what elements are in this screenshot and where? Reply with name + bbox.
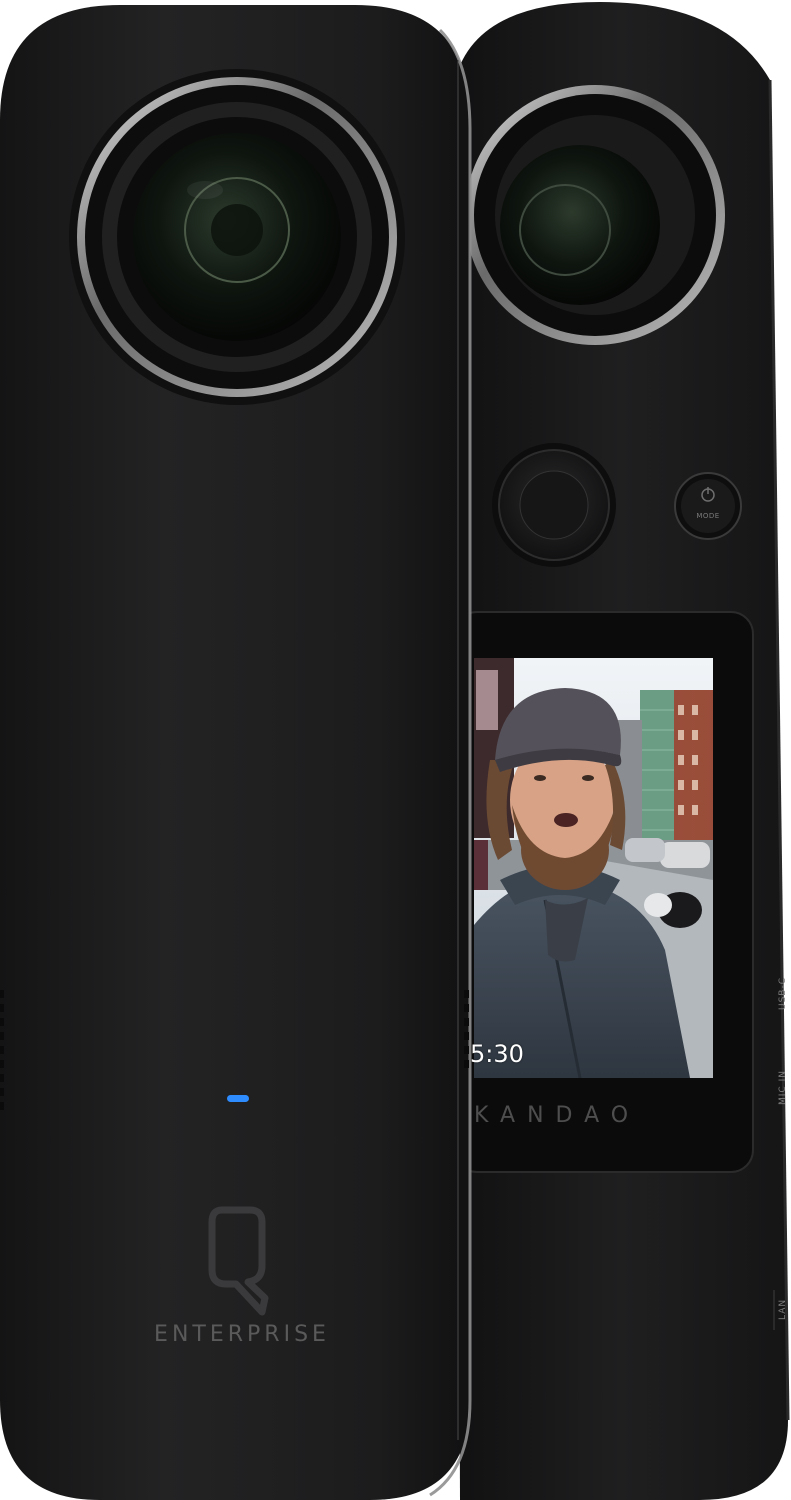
camera-illustration [0,0,791,1500]
port-label-usb: USB-C [778,976,788,1010]
product-photo: ENTERPRISE KANDAO 5:30 MODE USB-C MIC IN… [0,0,791,1500]
enterprise-label: ENTERPRISE [154,1322,330,1347]
screen-brand-label: KANDAO [474,1103,641,1128]
back-camera [454,2,790,1500]
port-label-lan: LAN [778,1298,788,1320]
port-label-mic: MIC IN [778,1070,788,1105]
mode-button-label: MODE [696,512,720,520]
status-led [227,1095,249,1102]
screen-timer: 5:30 [470,1040,524,1068]
front-camera [0,5,472,1500]
